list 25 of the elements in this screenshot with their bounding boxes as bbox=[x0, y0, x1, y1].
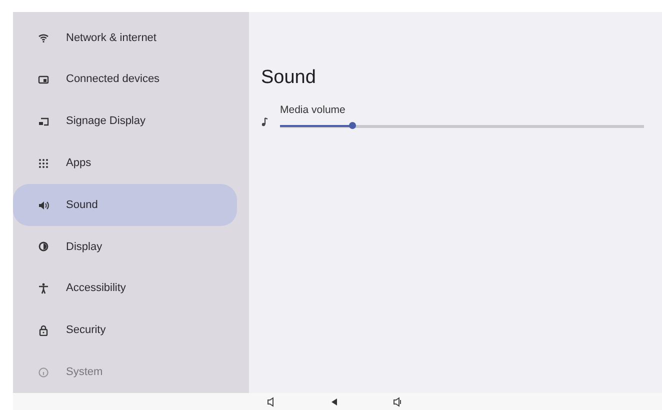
info-icon bbox=[38, 366, 49, 378]
wifi-icon bbox=[38, 32, 49, 44]
back-icon[interactable] bbox=[330, 396, 339, 406]
lock-icon bbox=[38, 324, 49, 336]
sidebar-item[interactable]: Sound bbox=[13, 184, 237, 226]
slider-thumb[interactable] bbox=[349, 122, 356, 130]
sidebar-item[interactable]: Signage Display bbox=[13, 100, 237, 142]
slider-label: Media volume bbox=[280, 102, 346, 118]
screen-icon bbox=[38, 116, 49, 127]
brightness-icon bbox=[38, 241, 49, 252]
sidebar-item[interactable]: Network & internet bbox=[13, 17, 237, 59]
apps-icon bbox=[38, 158, 49, 169]
music-note-icon bbox=[261, 116, 268, 127]
accessibility-icon bbox=[38, 283, 49, 294]
sidebar-item[interactable]: Display bbox=[13, 226, 237, 268]
sidebar-item[interactable]: Apps bbox=[13, 142, 237, 184]
sidebar-item[interactable]: Security bbox=[13, 309, 237, 352]
speaker-icon bbox=[38, 200, 49, 211]
volume-slider[interactable] bbox=[280, 124, 644, 128]
volume-down-icon[interactable] bbox=[267, 396, 276, 406]
sidebar-item[interactable]: Connected devices bbox=[13, 58, 237, 101]
volume-up-icon[interactable] bbox=[393, 396, 402, 406]
devices-icon bbox=[38, 74, 49, 86]
sidebar-item[interactable]: Accessibility bbox=[13, 268, 237, 310]
page-title: Sound bbox=[261, 67, 317, 90]
